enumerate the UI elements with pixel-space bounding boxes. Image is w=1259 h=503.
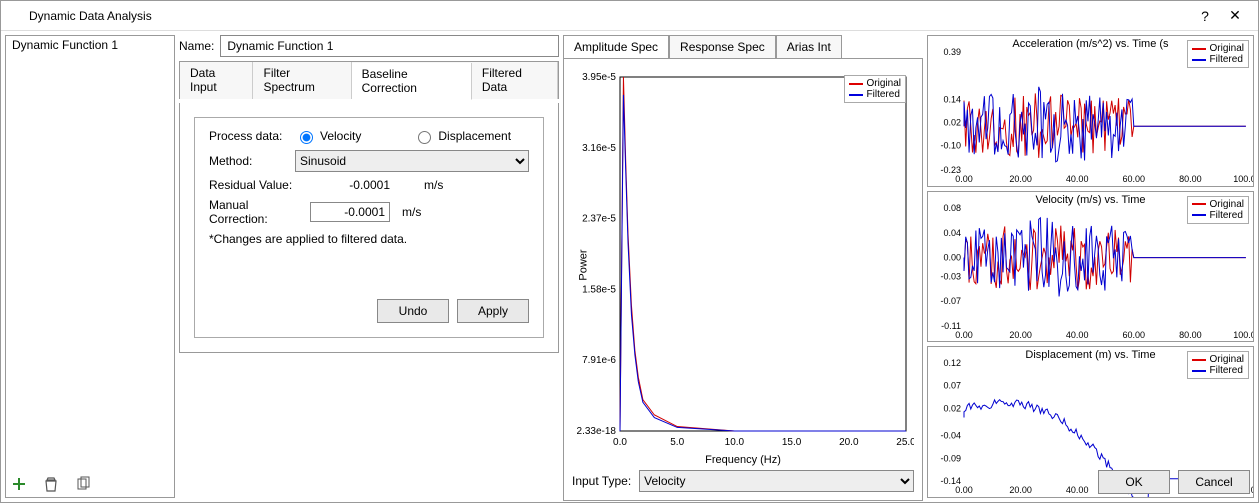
close-button[interactable]: ✕ — [1220, 7, 1250, 24]
svg-text:0.14: 0.14 — [943, 95, 961, 105]
svg-text:0.00: 0.00 — [955, 174, 973, 184]
svg-text:-0.03: -0.03 — [940, 271, 961, 281]
displacement-radio[interactable] — [418, 131, 431, 144]
tab-filtered-data[interactable]: Filtered Data — [472, 62, 558, 99]
spectrum-column: Amplitude Spec Response Spec Arias Int O… — [563, 35, 923, 498]
svg-text:20.00: 20.00 — [1009, 485, 1032, 495]
amplitude-chart: Original Filtered Power Frequency (Hz) 0… — [572, 67, 914, 462]
residual-unit: m/s — [424, 178, 443, 192]
add-icon[interactable] — [9, 474, 29, 494]
svg-text:40.00: 40.00 — [1066, 485, 1089, 495]
svg-text:20.00: 20.00 — [1009, 330, 1032, 340]
svg-text:25.0: 25.0 — [896, 437, 914, 448]
tab-response-spec[interactable]: Response Spec — [669, 35, 776, 58]
svg-text:0.00: 0.00 — [943, 252, 961, 262]
manual-correction-label: Manual Correction: — [209, 198, 304, 226]
right-charts: Acceleration (m/s^2) vs. Time (s Origina… — [927, 35, 1254, 498]
svg-text:40.00: 40.00 — [1066, 330, 1089, 340]
svg-text:-0.07: -0.07 — [940, 296, 961, 306]
displacement-radio-label: Displacement — [438, 129, 511, 143]
velocity-radio[interactable] — [300, 131, 313, 144]
svg-text:0.0: 0.0 — [613, 437, 627, 448]
amplitude-ylabel: Power — [578, 249, 590, 280]
window-title: Dynamic Data Analysis — [9, 9, 1190, 23]
accel-chart: Acceleration (m/s^2) vs. Time (s Origina… — [927, 35, 1254, 187]
svg-text:1.58e-5: 1.58e-5 — [582, 284, 616, 295]
svg-text:80.00: 80.00 — [1179, 174, 1202, 184]
delete-icon[interactable] — [41, 474, 61, 494]
function-list[interactable]: Dynamic Function 1 — [5, 35, 175, 498]
name-input[interactable] — [220, 35, 559, 57]
svg-text:20.00: 20.00 — [1009, 174, 1032, 184]
svg-text:100.00: 100.00 — [1233, 174, 1253, 184]
center-column: Name: Data Input Filter Spectrum Baselin… — [179, 35, 559, 498]
svg-text:0.00: 0.00 — [955, 485, 973, 495]
svg-text:-0.09: -0.09 — [940, 454, 961, 464]
svg-text:7.91e-6: 7.91e-6 — [582, 355, 616, 366]
manual-correction-unit: m/s — [402, 205, 421, 219]
help-button[interactable]: ? — [1190, 8, 1220, 24]
svg-text:3.16e-5: 3.16e-5 — [582, 143, 616, 154]
cancel-button[interactable]: Cancel — [1178, 470, 1250, 494]
svg-text:40.00: 40.00 — [1066, 174, 1089, 184]
copy-icon[interactable] — [73, 474, 93, 494]
svg-text:100.00: 100.00 — [1233, 330, 1253, 340]
spectrum-box: Original Filtered Power Frequency (Hz) 0… — [563, 58, 923, 501]
svg-text:0.00: 0.00 — [955, 330, 973, 340]
svg-text:15.0: 15.0 — [782, 437, 802, 448]
amplitude-legend: Original Filtered — [844, 75, 906, 103]
svg-text:60.00: 60.00 — [1123, 174, 1146, 184]
svg-text:-0.10: -0.10 — [940, 140, 961, 150]
svg-text:0.02: 0.02 — [943, 117, 961, 127]
undo-button[interactable]: Undo — [377, 299, 449, 323]
disp-legend: Original Filtered — [1187, 351, 1249, 379]
input-type-label: Input Type: — [572, 474, 631, 488]
config-tabs: Data Input Filter Spectrum Baseline Corr… — [179, 61, 559, 99]
legend-original: Original — [867, 78, 901, 89]
residual-value: -0.0001 — [310, 178, 390, 192]
titlebar: Dynamic Data Analysis ? ✕ — [1, 1, 1258, 31]
tab-baseline-correction[interactable]: Baseline Correction — [352, 63, 472, 100]
dialog-window: Dynamic Data Analysis ? ✕ Dynamic Functi… — [0, 0, 1259, 503]
ok-button[interactable]: OK — [1098, 470, 1170, 494]
method-select[interactable]: Sinusoid — [295, 150, 529, 172]
vel-chart: Velocity (m/s) vs. Time Original Filtere… — [927, 191, 1254, 343]
svg-text:-0.23: -0.23 — [940, 165, 961, 175]
svg-text:3.95e-5: 3.95e-5 — [582, 72, 616, 83]
apply-button[interactable]: Apply — [457, 299, 529, 323]
svg-text:20.0: 20.0 — [839, 437, 859, 448]
method-label: Method: — [209, 154, 289, 168]
legend-filtered: Filtered — [867, 89, 900, 100]
vel-legend: Original Filtered — [1187, 196, 1249, 224]
list-item[interactable]: Dynamic Function 1 — [6, 36, 174, 54]
svg-text:-0.04: -0.04 — [940, 431, 961, 441]
svg-text:0.04: 0.04 — [943, 228, 961, 238]
accel-legend: Original Filtered — [1187, 40, 1249, 68]
svg-text:0.02: 0.02 — [943, 404, 961, 414]
changes-note: *Changes are applied to filtered data. — [209, 232, 529, 246]
svg-text:-0.11: -0.11 — [941, 321, 961, 331]
dialog-body: Dynamic Function 1 Name: Data Input Filt… — [1, 31, 1258, 502]
svg-text:2.33e-18: 2.33e-18 — [577, 426, 617, 437]
tab-filter-spectrum[interactable]: Filter Spectrum — [253, 62, 351, 99]
svg-text:0.07: 0.07 — [943, 381, 961, 391]
svg-text:10.0: 10.0 — [725, 437, 745, 448]
velocity-radio-label: Velocity — [320, 129, 361, 143]
svg-text:2.37e-5: 2.37e-5 — [582, 214, 616, 225]
manual-correction-input[interactable] — [310, 202, 390, 222]
amplitude-xlabel: Frequency (Hz) — [572, 454, 914, 466]
tab-data-input[interactable]: Data Input — [180, 62, 253, 99]
svg-text:60.00: 60.00 — [1123, 330, 1146, 340]
process-data-label: Process data: — [209, 129, 289, 143]
svg-text:80.00: 80.00 — [1179, 330, 1202, 340]
svg-text:-0.14: -0.14 — [940, 476, 961, 486]
tab-arias-int[interactable]: Arias Int — [776, 35, 842, 58]
svg-text:5.0: 5.0 — [670, 437, 684, 448]
baseline-panel: Process data: Velocity Displacement Meth… — [179, 103, 559, 353]
name-label: Name: — [179, 39, 214, 53]
input-type-select[interactable]: Velocity — [639, 470, 914, 492]
residual-label: Residual Value: — [209, 178, 304, 192]
list-toolbar — [9, 474, 93, 494]
tab-amplitude-spec[interactable]: Amplitude Spec — [563, 35, 669, 58]
